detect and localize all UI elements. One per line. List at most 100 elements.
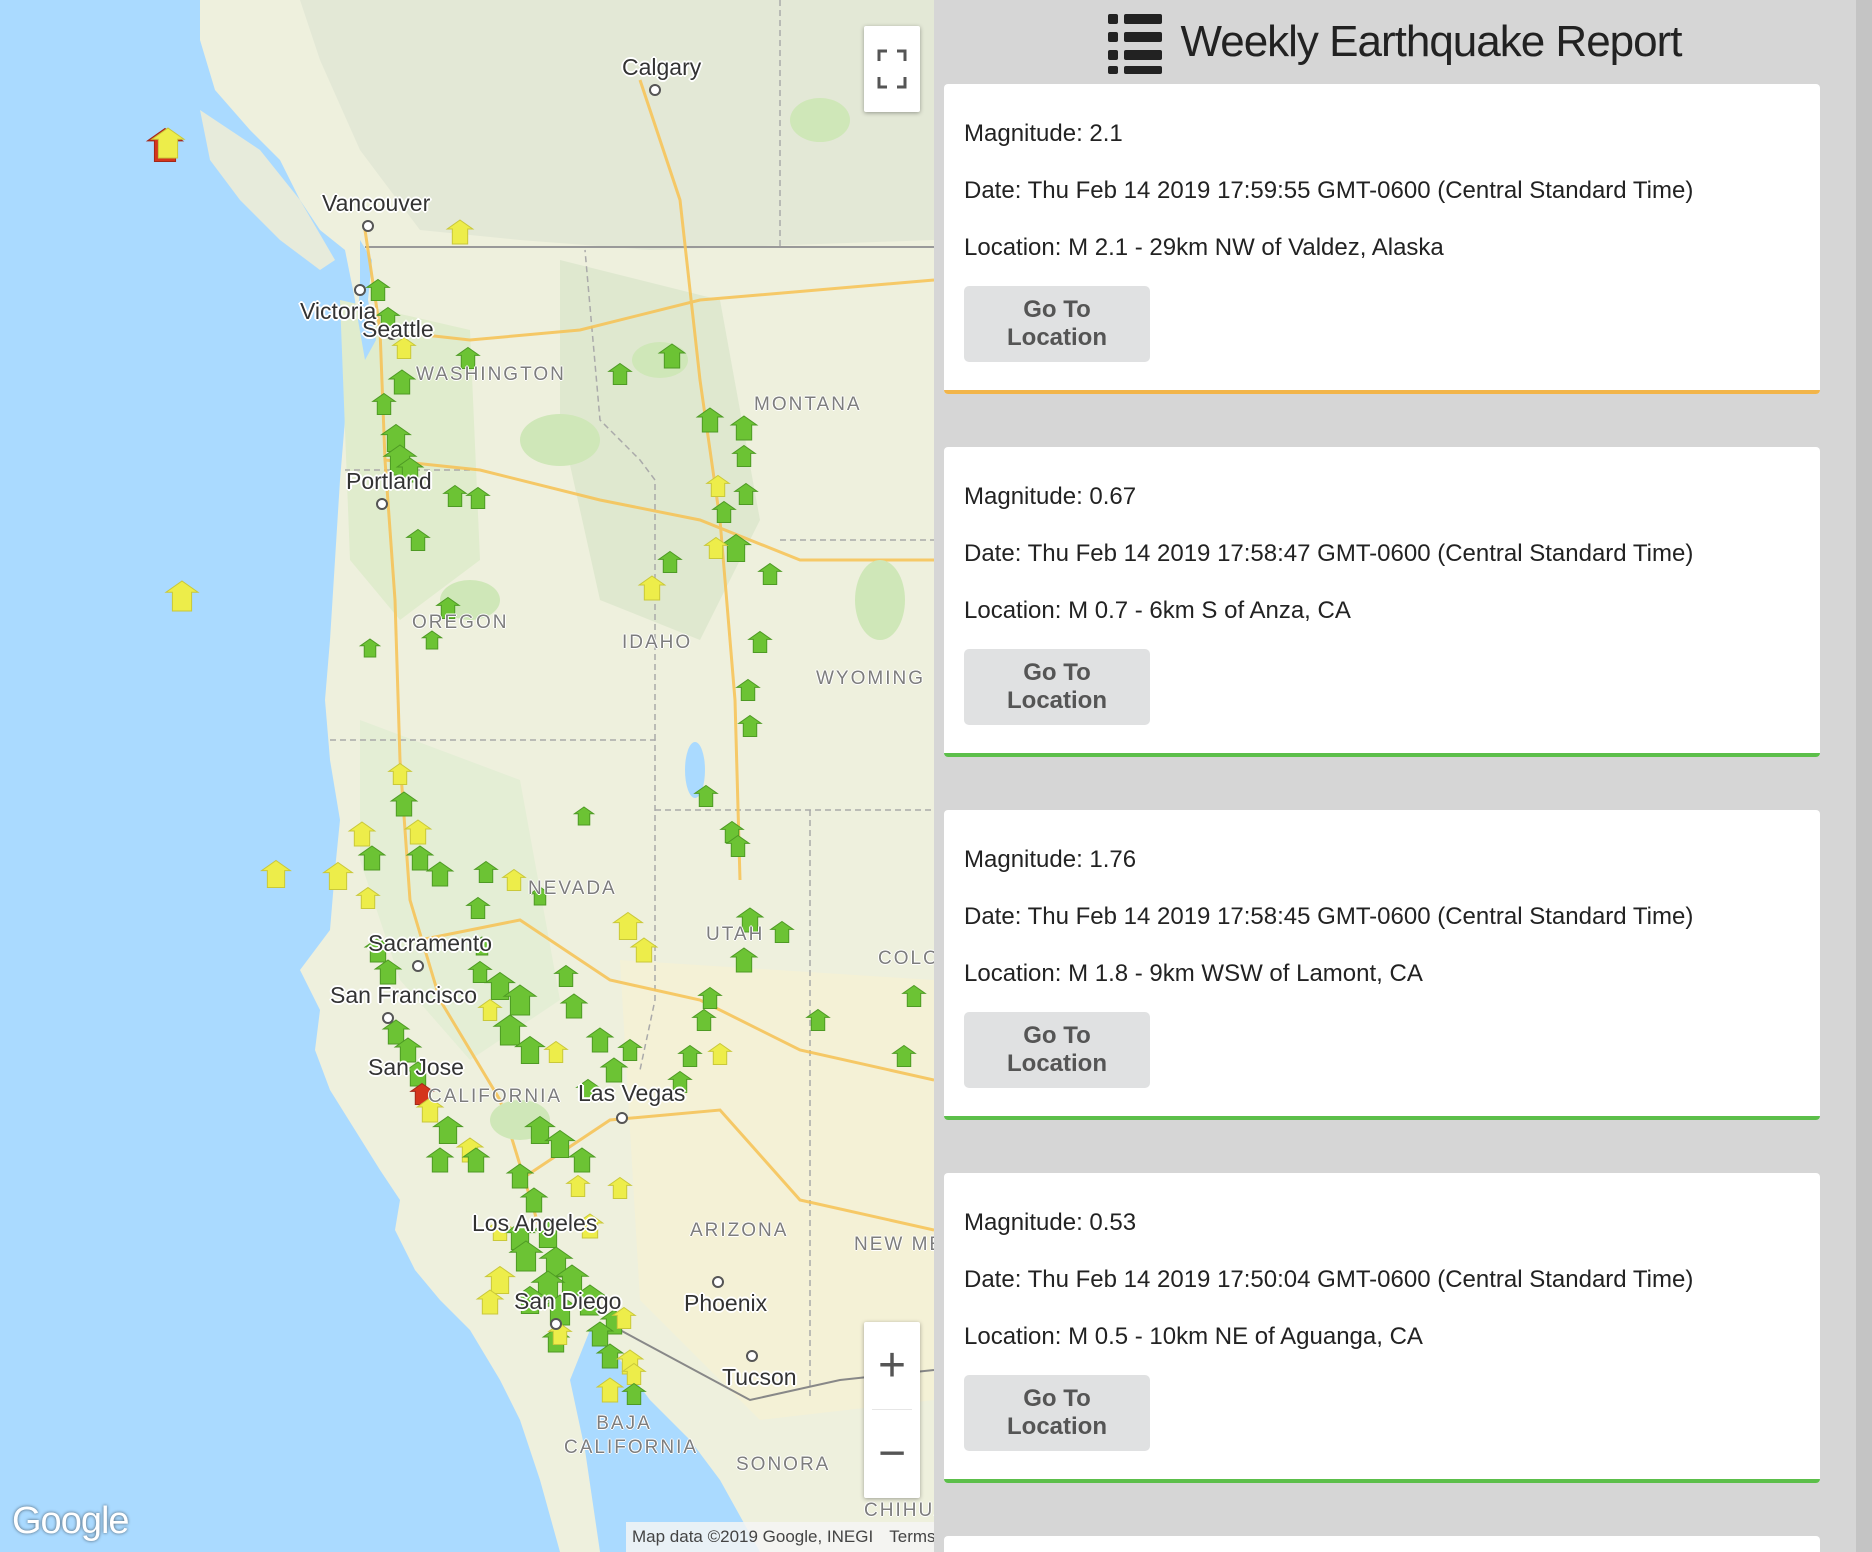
- go-to-location-button[interactable]: Go To Location: [964, 1375, 1150, 1451]
- green-earthquake-marker[interactable]: [657, 343, 687, 369]
- yellow-earthquake-marker[interactable]: [403, 819, 433, 845]
- green-earthquake-marker[interactable]: [711, 500, 737, 523]
- green-earthquake-marker[interactable]: [425, 1147, 455, 1173]
- green-earthquake-marker[interactable]: [405, 528, 431, 551]
- city-dot-victoria: [354, 284, 366, 296]
- earthquake-card: Magnitude: 2.1 Date: Thu Feb 14 2019 17:…: [944, 84, 1820, 394]
- yellow-earthquake-marker[interactable]: [637, 575, 667, 601]
- yellow-earthquake-marker[interactable]: [501, 868, 527, 891]
- green-earthquake-marker[interactable]: [599, 1057, 629, 1083]
- green-earthquake-marker[interactable]: [691, 1008, 717, 1031]
- green-earthquake-marker[interactable]: [371, 392, 397, 415]
- green-earthquake-marker[interactable]: [607, 362, 633, 385]
- green-earthquake-marker[interactable]: [425, 861, 455, 887]
- green-earthquake-marker[interactable]: [695, 407, 725, 433]
- green-earthquake-marker[interactable]: [473, 860, 499, 883]
- go-to-location-button[interactable]: Go To Location: [964, 286, 1150, 362]
- google-logo[interactable]: Google: [12, 1500, 130, 1543]
- date-text: Date: Thu Feb 14 2019 17:50:04 GMT-0600 …: [964, 1266, 1694, 1293]
- go-to-location-button[interactable]: Go To Location: [964, 1012, 1150, 1088]
- green-earthquake-marker[interactable]: [442, 484, 468, 507]
- go-to-location-button[interactable]: Go To Location: [964, 649, 1150, 725]
- green-earthquake-marker[interactable]: [729, 947, 759, 973]
- state-label-chihuahua: CHIHUA: [864, 1500, 934, 1521]
- green-earthquake-marker[interactable]: [735, 678, 761, 701]
- date-text: Date: Thu Feb 14 2019 17:59:55 GMT-0600 …: [964, 177, 1694, 204]
- green-earthquake-marker[interactable]: [677, 1044, 703, 1067]
- green-earthquake-marker[interactable]: [891, 1044, 917, 1067]
- zoom-in-button[interactable]: +: [864, 1322, 920, 1409]
- green-earthquake-marker[interactable]: [697, 986, 723, 1009]
- green-earthquake-marker[interactable]: [595, 1343, 625, 1369]
- terms-of-use-link[interactable]: Terms of Use: [889, 1527, 934, 1547]
- state-label-arizona: ARIZONA: [690, 1220, 789, 1241]
- green-earthquake-marker[interactable]: [492, 1014, 528, 1046]
- city-dot-phoenix: [712, 1276, 724, 1288]
- card-accent-bar: [944, 1116, 1820, 1120]
- green-earthquake-marker[interactable]: [720, 533, 752, 562]
- yellow-earthquake-marker[interactable]: [629, 937, 659, 963]
- yellow-earthquake-marker[interactable]: [445, 219, 475, 245]
- scrollbar[interactable]: [1856, 0, 1872, 1552]
- green-earthquake-marker[interactable]: [657, 550, 683, 573]
- city-label-portland: Portland: [346, 468, 432, 494]
- green-earthquake-marker[interactable]: [553, 964, 579, 987]
- green-earthquake-marker[interactable]: [387, 369, 417, 395]
- yellow-earthquake-marker[interactable]: [543, 1040, 569, 1063]
- city-dot-sacramento: [412, 960, 424, 972]
- green-earthquake-marker[interactable]: [769, 920, 795, 943]
- green-earthquake-marker[interactable]: [617, 1038, 643, 1061]
- yellow-earthquake-marker[interactable]: [707, 1042, 733, 1065]
- green-earthquake-marker[interactable]: [805, 1008, 831, 1031]
- green-earthquake-marker[interactable]: [567, 1147, 597, 1173]
- green-earthquake-marker[interactable]: [519, 1187, 549, 1213]
- magnitude-text: Magnitude: 1.76: [964, 846, 1137, 873]
- green-earthquake-marker[interactable]: [559, 993, 589, 1019]
- magnitude-text: Magnitude: 0.53: [964, 1209, 1137, 1236]
- location-text: Location: M 0.5 - 10km NE of Aguanga, CA: [964, 1323, 1423, 1350]
- green-earthquake-marker[interactable]: [747, 630, 773, 653]
- green-earthquake-marker[interactable]: [405, 845, 435, 871]
- green-earthquake-marker[interactable]: [544, 1129, 576, 1158]
- yellow-earthquake-marker[interactable]: [322, 861, 354, 890]
- green-earthquake-marker[interactable]: [901, 984, 927, 1007]
- green-earthquake-marker[interactable]: [757, 562, 783, 585]
- location-text: Location: M 0.7 - 6km S of Anza, CA: [964, 597, 1351, 624]
- green-earthquake-marker[interactable]: [357, 845, 387, 871]
- green-earthquake-marker[interactable]: [731, 444, 757, 467]
- yellow-earthquake-marker[interactable]: [607, 1176, 633, 1199]
- green-earthquake-marker[interactable]: [505, 1163, 535, 1189]
- yellow-earthquake-marker[interactable]: [477, 998, 503, 1021]
- green-earthquake-marker[interactable]: [389, 791, 419, 817]
- state-label-baja-california: BAJA CALIFORNIA: [564, 1413, 699, 1458]
- yellow-earthquake-marker[interactable]: [705, 474, 731, 497]
- yellow-earthquake-marker[interactable]: [595, 1377, 625, 1403]
- yellow-earthquake-marker[interactable]: [612, 911, 644, 940]
- yellow-earthquake-marker[interactable]: [164, 580, 200, 612]
- yellow-earthquake-marker[interactable]: [387, 762, 413, 785]
- green-earthquake-marker[interactable]: [621, 1382, 647, 1405]
- yellow-earthquake-marker[interactable]: [260, 859, 292, 888]
- map-attribution: Map data ©2019 Google, INEGI Terms of Us…: [626, 1522, 934, 1552]
- map-view[interactable]: WASHINGTON MONTANA OREGON IDAHO WYOMING …: [0, 0, 934, 1552]
- green-earthquake-marker[interactable]: [733, 482, 759, 505]
- state-label-montana: MONTANA: [754, 394, 862, 415]
- green-earthquake-marker[interactable]: [693, 784, 719, 807]
- green-earthquake-marker[interactable]: [729, 415, 759, 441]
- green-earthquake-marker[interactable]: [737, 714, 763, 737]
- green-earthquake-marker[interactable]: [358, 638, 382, 658]
- green-earthquake-marker[interactable]: [465, 896, 491, 919]
- yellow-earthquake-marker[interactable]: [347, 821, 377, 847]
- state-label-utah: UTAH: [706, 924, 765, 945]
- city-dot-portland: [376, 498, 388, 510]
- green-earthquake-marker[interactable]: [572, 806, 596, 826]
- fullscreen-button[interactable]: [864, 26, 920, 112]
- green-earthquake-marker[interactable]: [585, 1027, 615, 1053]
- green-earthquake-marker[interactable]: [373, 959, 403, 985]
- green-earthquake-marker[interactable]: [465, 486, 491, 509]
- green-earthquake-marker[interactable]: [467, 960, 493, 983]
- yellow-earthquake-marker[interactable]: [703, 536, 729, 559]
- zoom-out-button[interactable]: −: [864, 1410, 920, 1497]
- yellow-earthquake-marker[interactable]: [565, 1174, 591, 1197]
- yellow-earthquake-marker[interactable]: [355, 886, 381, 909]
